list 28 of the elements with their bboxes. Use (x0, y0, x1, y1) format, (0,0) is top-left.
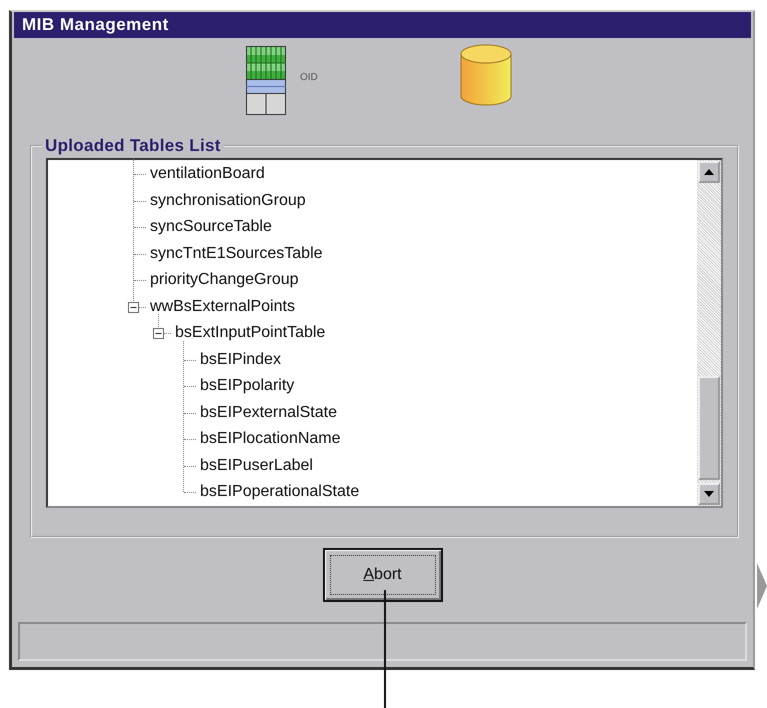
tree-item[interactable]: wwBsExternalPoints (150, 298, 295, 316)
scroll-up-button[interactable] (698, 161, 720, 183)
tree-item[interactable]: bsEIPpolarity (200, 377, 294, 396)
tree-item[interactable]: bsEIPindex (200, 350, 281, 369)
tree-item[interactable]: syncSourceTable (150, 218, 272, 236)
tree-item[interactable]: priorityChangeGroup (150, 271, 299, 290)
icon-caption: OID (300, 72, 318, 83)
tree-item[interactable]: ventilationBoard (150, 165, 265, 184)
group-title: Uploaded Tables List (44, 136, 222, 156)
scroll-thumb[interactable] (698, 376, 720, 480)
collapse-icon[interactable] (153, 328, 164, 339)
window-title: MIB Management (22, 15, 169, 35)
tree-item[interactable]: bsExtInputPointTable (175, 324, 326, 342)
tree-item[interactable]: synchronisationGroup (150, 192, 306, 210)
tree-item[interactable]: syncTntE1SourcesTable (150, 244, 323, 263)
tree-item[interactable]: bsEIPlocationName (200, 430, 341, 448)
tree-item[interactable]: bsEIPuserLabel (200, 456, 313, 475)
scrollbar[interactable] (697, 160, 721, 506)
tree-item[interactable]: bsEIPexternalState (200, 404, 337, 422)
database-icon[interactable] (460, 44, 512, 106)
down-arrow-icon (704, 490, 714, 496)
table-icon[interactable] (246, 46, 286, 115)
abort-button[interactable]: Abort (322, 548, 442, 602)
up-arrow-icon (704, 169, 714, 175)
pointer-icon (757, 563, 767, 609)
collapse-icon[interactable] (128, 302, 139, 312)
tree-item[interactable]: bsEIPoperationalState (200, 483, 360, 502)
scroll-down-button[interactable] (698, 482, 720, 504)
